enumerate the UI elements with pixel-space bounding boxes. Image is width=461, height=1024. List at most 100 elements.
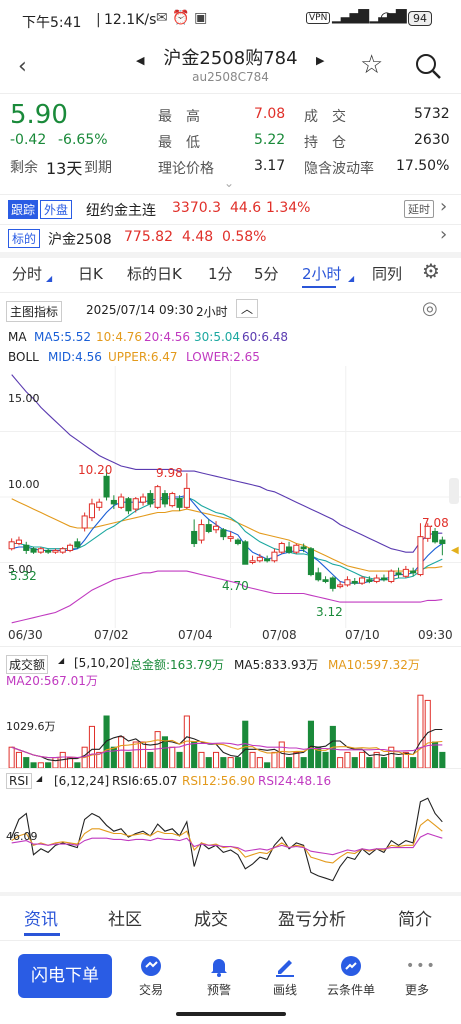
nav-draw-line[interactable]: 画线 xyxy=(260,955,310,998)
underlying-change-pct: 0.58% xyxy=(222,229,267,245)
track-row[interactable]: 跟踪 外盘 纽约金主连 3370.3 44.6 1.34% 延时 › xyxy=(0,196,461,222)
candle-body xyxy=(169,493,176,507)
cloud-order-icon xyxy=(341,956,361,976)
volume-bar xyxy=(154,731,161,768)
rsi-chart[interactable] xyxy=(0,790,461,890)
main-indicator-button[interactable]: 主图指标 xyxy=(6,301,63,322)
tab-2hour[interactable]: 2小时 xyxy=(302,263,342,284)
volume-bar xyxy=(234,757,242,768)
volume-bar xyxy=(431,741,439,768)
candle-body xyxy=(315,572,322,581)
candle-body xyxy=(271,551,278,562)
flash-order-button[interactable]: 闪电下单 xyxy=(18,954,112,998)
volume-bar xyxy=(271,751,278,768)
low-marker-2: 3.12 xyxy=(316,605,343,619)
candle-body xyxy=(212,525,220,531)
tab-pnl-analysis[interactable]: 盈亏分析 xyxy=(278,905,346,930)
tab-community[interactable]: 社区 xyxy=(108,905,142,930)
expand-chevron-icon[interactable]: ⌄ xyxy=(224,176,234,190)
oi-value: 2630 xyxy=(414,132,450,148)
nav-trade[interactable]: 交易 xyxy=(126,955,176,998)
volume-bar xyxy=(380,757,388,768)
volume-bar xyxy=(191,741,198,768)
volume-bar xyxy=(169,746,176,768)
candle-body xyxy=(176,498,183,508)
ma60-value: 60:6.48 xyxy=(242,330,289,344)
underlying-name: 沪金2508 xyxy=(48,232,112,248)
favorite-star-icon[interactable]: ☆ xyxy=(360,50,383,80)
candle-body xyxy=(198,524,205,541)
tab-same-series[interactable]: 同列 xyxy=(372,263,402,284)
date-label: 07/10 xyxy=(345,628,380,642)
nav-label: 交易 xyxy=(138,983,163,997)
iv-label: 隐含波动率 xyxy=(304,161,374,177)
candle-body xyxy=(358,577,366,584)
nav-alert[interactable]: 预警 xyxy=(194,955,244,998)
volume-bar xyxy=(15,751,23,768)
volume-total: 总金额:163.79万 xyxy=(130,658,225,672)
dropdown-arrow-icon: ◢ xyxy=(46,274,53,283)
candle-body xyxy=(402,568,409,577)
tab-5min[interactable]: 5分 xyxy=(254,263,279,284)
volume-bar xyxy=(249,751,256,768)
date-label: 07/04 xyxy=(178,628,213,642)
collapse-up-icon[interactable]: ︿ xyxy=(236,299,259,318)
candle-body xyxy=(439,539,446,545)
candle-body xyxy=(74,541,81,548)
candle-body xyxy=(110,499,117,505)
candle-body xyxy=(256,556,263,562)
nav-more[interactable]: ••• 更多 xyxy=(392,955,442,998)
track-change: 44.6 xyxy=(230,200,262,216)
ma-label: MA xyxy=(8,330,27,344)
candle-body xyxy=(147,493,154,505)
nav-cloud-order[interactable]: 云条件单 xyxy=(326,955,376,998)
track-tag: 跟踪 xyxy=(8,200,39,219)
volume-ma20: MA20:567.01万 xyxy=(6,674,98,688)
tab-trades[interactable]: 成交 xyxy=(194,905,228,930)
price-change: -0.42 xyxy=(10,132,47,148)
candle-body xyxy=(8,541,15,550)
volume-bar xyxy=(293,751,300,768)
divider xyxy=(0,292,461,293)
foreign-tag: 外盘 xyxy=(40,200,73,219)
candle-body xyxy=(300,546,307,550)
volume-bar xyxy=(139,741,147,768)
track-arrow-icon: › xyxy=(440,196,448,217)
underlying-row[interactable]: 标的 沪金2508 775.82 4.48 0.58% › xyxy=(0,224,461,250)
tab-news[interactable]: 资讯 xyxy=(24,905,58,930)
underlying-tag: 标的 xyxy=(8,229,41,248)
divider xyxy=(0,940,461,941)
tab-fenshi[interactable]: 分时 xyxy=(12,263,42,284)
boll-mid-value: MID:4.56 xyxy=(48,350,102,364)
rsi-params: [6,12,24] xyxy=(54,774,110,788)
volume-bar xyxy=(307,720,315,768)
dropdown-arrow-icon: ◢ xyxy=(58,656,65,665)
volume-bar xyxy=(176,751,183,768)
tab-profile[interactable]: 简介 xyxy=(398,905,432,930)
tab-daily-k[interactable]: 日K xyxy=(78,263,103,284)
nav-label: 云条件单 xyxy=(326,983,375,997)
notification-icons: ✉ ⏰ ▣ xyxy=(156,10,208,26)
tab-1min[interactable]: 1分 xyxy=(208,263,233,284)
search-icon[interactable] xyxy=(414,52,442,80)
rsi-indicator-button[interactable]: RSI xyxy=(6,773,32,789)
volume-chart[interactable] xyxy=(0,688,461,768)
side-drawer-handle[interactable] xyxy=(449,478,459,504)
settings-gear-icon[interactable]: ⚙ xyxy=(422,259,440,283)
rsi12-line xyxy=(11,818,443,864)
volume-bar xyxy=(23,757,30,768)
candle-body xyxy=(183,487,190,508)
boll-lower-value: LOWER:2.65 xyxy=(186,350,260,364)
high-marker-1: 10.20 xyxy=(78,463,113,477)
eye-icon[interactable]: ◎ xyxy=(422,298,438,319)
volume-bar xyxy=(147,751,154,768)
candle-body xyxy=(125,498,132,512)
tab-underlying-daily-k[interactable]: 标的日K xyxy=(127,263,182,284)
delay-badge: 延时 xyxy=(404,200,434,218)
candle-body xyxy=(431,530,439,543)
volume-label: 成 交 xyxy=(304,109,346,125)
volume-value: 5732 xyxy=(414,106,450,122)
theory-value: 3.17 xyxy=(254,158,286,174)
network-speed: 12.1K/s xyxy=(104,12,157,28)
theory-label: 理论价格 xyxy=(158,161,214,177)
